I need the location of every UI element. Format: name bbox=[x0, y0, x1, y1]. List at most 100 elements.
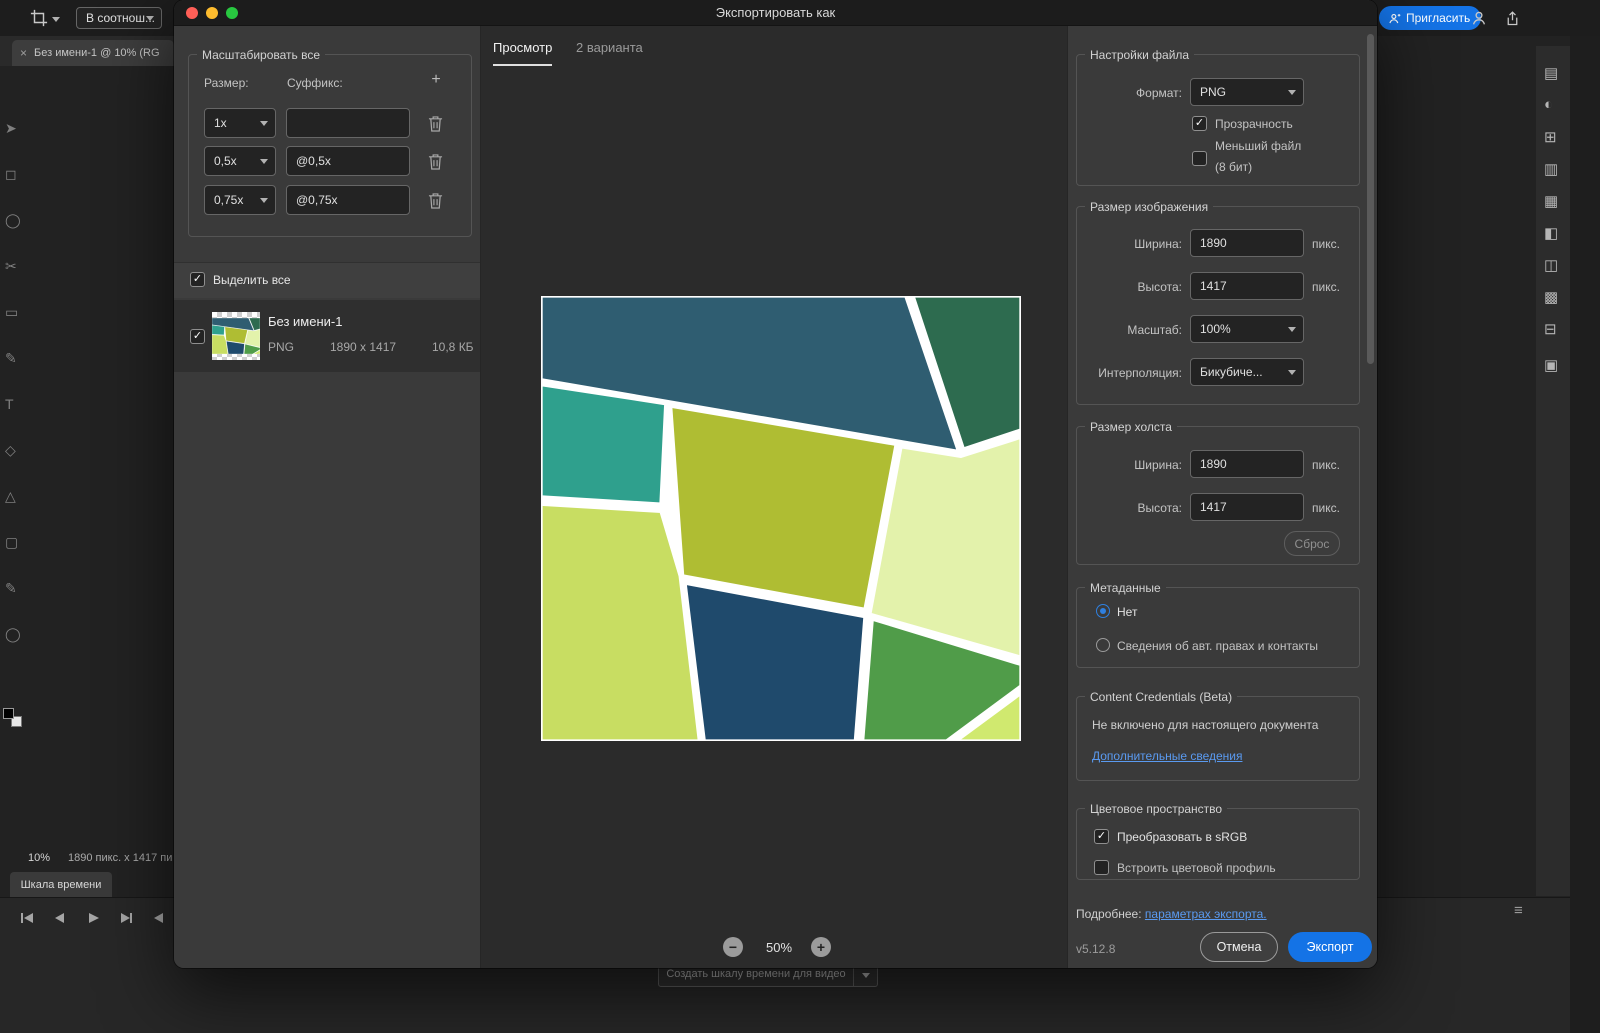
image-width-input[interactable] bbox=[1190, 229, 1304, 257]
preview-panel: Просмотр 2 варианта − 50% + bbox=[480, 26, 1068, 968]
tool-icon[interactable]: ➤ bbox=[5, 120, 17, 137]
first-frame-button[interactable] bbox=[16, 910, 38, 926]
preview-zoom-level: 50% bbox=[765, 940, 793, 955]
invite-button[interactable]: Пригласить bbox=[1379, 6, 1482, 30]
dock-panel-icon[interactable]: ▣ bbox=[1544, 356, 1558, 374]
chevron-down-icon bbox=[1288, 90, 1296, 95]
export-item-row[interactable]: ✓ Без имени-1 PNG 1890 x 1417 10,8 КБ bbox=[174, 300, 480, 372]
tool-icon[interactable]: T bbox=[5, 396, 14, 412]
reset-button[interactable]: Сброс bbox=[1284, 531, 1340, 556]
tool-icon[interactable]: ✎ bbox=[5, 350, 17, 367]
canvas-width-input[interactable] bbox=[1190, 450, 1304, 478]
tool-icon[interactable]: ◻ bbox=[5, 166, 17, 183]
select-all-row[interactable]: ✓ Выделить все bbox=[174, 262, 480, 298]
suffix-input[interactable] bbox=[286, 185, 410, 215]
suffix-input[interactable] bbox=[286, 108, 410, 138]
metadata-group: Метаданные bbox=[1076, 580, 1360, 668]
export-options-line: Подробнее: параметрах экспорта. bbox=[1076, 907, 1267, 921]
format-label: Формат: bbox=[1136, 86, 1182, 100]
share-icon[interactable] bbox=[1502, 8, 1522, 28]
zoom-in-button[interactable]: + bbox=[811, 937, 831, 957]
tool-icon[interactable]: ◯ bbox=[5, 626, 21, 643]
document-tab-label: Без имени-1 @ 10% (RG bbox=[34, 47, 160, 59]
item-checkbox[interactable]: ✓ bbox=[190, 329, 205, 344]
trash-icon bbox=[428, 115, 442, 132]
add-scale-button[interactable]: + bbox=[426, 70, 446, 90]
tool-icon[interactable]: ✂ bbox=[5, 258, 17, 275]
settings-scrollbar[interactable] bbox=[1367, 34, 1374, 364]
minus-icon: − bbox=[728, 939, 738, 955]
smaller-file-checkbox[interactable] bbox=[1192, 151, 1207, 166]
dialog-titlebar: Экспортировать как bbox=[174, 0, 1377, 26]
dock-panel-icon[interactable]: ◫ bbox=[1544, 256, 1558, 274]
dock-panel-icon[interactable]: ◧ bbox=[1544, 224, 1558, 242]
image-size-heading: Размер изображения bbox=[1085, 199, 1214, 215]
tool-icon[interactable]: ✎ bbox=[5, 580, 17, 597]
dock-panel-icon[interactable]: ▩ bbox=[1544, 288, 1558, 306]
previous-frame-button[interactable] bbox=[49, 910, 71, 926]
format-dropdown[interactable]: PNG bbox=[1190, 78, 1304, 106]
rewind-button[interactable] bbox=[148, 910, 170, 926]
scale-dropdown[interactable]: 100% bbox=[1190, 315, 1304, 343]
interpolation-dropdown[interactable]: Бикубиче... bbox=[1190, 358, 1304, 386]
zoom-out-button[interactable]: − bbox=[723, 937, 743, 957]
chevron-down-icon bbox=[52, 17, 60, 22]
preview-tab[interactable]: Просмотр bbox=[493, 40, 553, 66]
content-credentials-link[interactable]: Дополнительные сведения bbox=[1092, 749, 1242, 763]
variants-tab[interactable]: 2 варианта bbox=[576, 40, 643, 64]
export-button[interactable]: Экспорт bbox=[1288, 932, 1372, 962]
canvas-height-input[interactable] bbox=[1190, 493, 1304, 521]
dock-panel-icon[interactable]: ◐ bbox=[1544, 96, 1553, 113]
cancel-button[interactable]: Отмена bbox=[1200, 932, 1278, 962]
size-column-label: Размер: bbox=[204, 76, 249, 90]
dock-panel-icon[interactable]: ⊞ bbox=[1544, 128, 1557, 146]
tool-icon[interactable]: △ bbox=[5, 488, 16, 505]
delete-scale-button[interactable] bbox=[426, 114, 444, 132]
select-all-checkbox[interactable]: ✓ bbox=[190, 272, 205, 287]
canvas-size-heading: Размер холста bbox=[1085, 419, 1177, 435]
delete-scale-button[interactable] bbox=[426, 191, 444, 209]
scale-size-dropdown[interactable]: 1x bbox=[204, 108, 276, 138]
dock-panel-icon[interactable]: ▥ bbox=[1544, 160, 1558, 178]
timeline-tab[interactable]: Шкала времени bbox=[10, 872, 112, 897]
zoom-status[interactable]: 10% bbox=[28, 852, 50, 864]
dock-panel-icon[interactable]: ▦ bbox=[1544, 192, 1558, 210]
item-dimensions: 1890 x 1417 bbox=[330, 340, 397, 354]
tool-icon[interactable]: ▢ bbox=[5, 534, 18, 551]
export-options-link[interactable]: параметрах экспорта. bbox=[1145, 907, 1267, 921]
account-icon[interactable] bbox=[1469, 8, 1489, 28]
document-tab[interactable]: × Без имени-1 @ 10% (RG bbox=[12, 40, 174, 66]
content-credentials-group: Content Credentials (Beta) bbox=[1076, 689, 1360, 781]
canvas-height-label: Высота: bbox=[1137, 501, 1182, 515]
delete-scale-button[interactable] bbox=[426, 152, 444, 170]
format-value: PNG bbox=[1200, 85, 1227, 99]
dock-panel-icon[interactable]: ⊟ bbox=[1544, 320, 1557, 338]
chevron-down-icon bbox=[146, 16, 154, 21]
dialog-title: Экспортировать как bbox=[715, 5, 836, 20]
scale-size-dropdown[interactable]: 0,75x bbox=[204, 185, 276, 215]
image-height-input[interactable] bbox=[1190, 272, 1304, 300]
invite-person-icon bbox=[1389, 13, 1401, 23]
embed-profile-checkbox[interactable] bbox=[1094, 860, 1109, 875]
metadata-none-radio[interactable] bbox=[1096, 604, 1110, 618]
next-frame-button[interactable] bbox=[115, 910, 137, 926]
transparency-checkbox[interactable]: ✓ bbox=[1192, 116, 1207, 131]
dock-panel-icon[interactable]: ▤ bbox=[1544, 64, 1558, 82]
chevron-down-icon bbox=[260, 159, 268, 164]
ratio-preset-dropdown[interactable]: В соотнош... bbox=[76, 7, 162, 29]
scale-size-dropdown[interactable]: 0,5x bbox=[204, 146, 276, 176]
crop-tool-icon[interactable] bbox=[28, 7, 50, 29]
foreground-color-swatch[interactable] bbox=[3, 708, 14, 719]
play-button[interactable] bbox=[82, 910, 104, 926]
close-tab-icon[interactable]: × bbox=[20, 46, 27, 60]
create-video-timeline-label: Создать шкалу времени для видео bbox=[666, 968, 846, 980]
metadata-copyright-radio[interactable] bbox=[1096, 638, 1110, 652]
plus-icon: + bbox=[816, 939, 826, 955]
tool-icon[interactable]: ▭ bbox=[5, 304, 18, 321]
convert-srgb-checkbox[interactable]: ✓ bbox=[1094, 829, 1109, 844]
panel-menu-icon[interactable]: ≡ bbox=[1514, 902, 1523, 919]
suffix-input[interactable] bbox=[286, 146, 410, 176]
tool-icon[interactable]: ◯ bbox=[5, 212, 21, 229]
tool-icon[interactable]: ◇ bbox=[5, 442, 16, 459]
canvas-width-label: Ширина: bbox=[1134, 458, 1182, 472]
